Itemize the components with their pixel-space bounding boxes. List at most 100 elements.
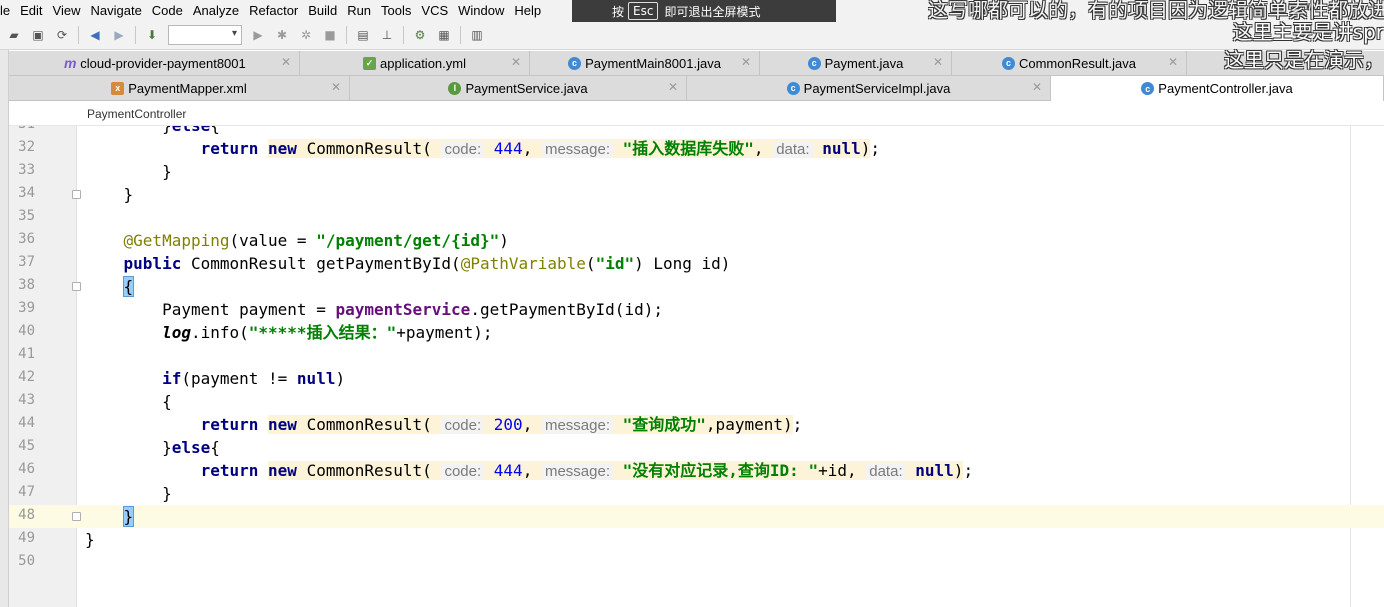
tab-application-yml[interactable]: ✓ application.yml ✕ <box>300 51 530 75</box>
code-line: 39 Payment payment = paymentService.getP… <box>9 298 1384 321</box>
tab-label: PaymentMapper.xml <box>128 80 247 96</box>
terminal-icon[interactable]: ▥ <box>469 27 485 43</box>
left-tool-strip[interactable] <box>0 50 9 607</box>
close-icon[interactable]: ✕ <box>1032 80 1042 94</box>
yaml-file-icon: ✓ <box>363 56 376 70</box>
line-number: 33 <box>18 162 35 178</box>
sync-icon[interactable]: ⟳ <box>54 27 70 43</box>
menu-help[interactable]: Help <box>512 3 541 18</box>
param-hint: code: <box>441 141 485 158</box>
settings-icon[interactable]: ⚙ <box>412 27 428 43</box>
tab-cloud-provider-payment8001[interactable]: m cloud-provider-payment8001 ✕ <box>9 51 300 75</box>
project-structure-icon[interactable]: ▤ <box>355 27 371 43</box>
vcs-icon[interactable]: ⊥ <box>379 27 395 43</box>
param-hint: code: <box>441 463 485 480</box>
tab-payment-java[interactable]: c Payment.java ✕ <box>760 51 952 75</box>
structure-icon[interactable]: ▦ <box>436 27 452 43</box>
toolbar-separator <box>135 25 136 44</box>
tab-label: PaymentController.java <box>1158 81 1293 96</box>
string-literal: "插入数据库失败" <box>622 139 754 158</box>
menu-tools[interactable]: Tools <box>379 3 411 18</box>
class-icon: c <box>807 56 821 70</box>
toolbar-separator <box>460 25 461 44</box>
debug-icon[interactable]: ✱ <box>274 27 290 43</box>
breadcrumb-item[interactable]: PaymentController <box>87 107 186 121</box>
param-hint: message: <box>541 417 613 434</box>
code-line: 42 if(payment != null) <box>9 367 1384 390</box>
coverage-icon[interactable]: ✲ <box>298 27 314 43</box>
line-number: 38 <box>18 277 35 293</box>
toolbar-separator <box>403 25 404 44</box>
close-icon[interactable]: ✕ <box>933 55 943 69</box>
menu-edit[interactable]: Edit <box>18 3 42 18</box>
save-icon[interactable]: ▣ <box>30 27 46 43</box>
line-number: 46 <box>18 461 35 477</box>
code-number: 200 <box>493 415 523 434</box>
code-line: 41 <box>9 344 1384 367</box>
code-editor[interactable]: 31 }else{ 32 return new CommonResult( co… <box>9 126 1384 607</box>
menu-build[interactable]: Build <box>306 3 337 18</box>
menu-file[interactable]: le <box>0 3 10 18</box>
menu-refactor[interactable]: Refactor <box>247 3 298 18</box>
close-icon[interactable]: ✕ <box>331 80 341 94</box>
code-line: 50 <box>9 551 1384 574</box>
back-icon[interactable]: ◀ <box>87 27 103 43</box>
line-number: 42 <box>18 369 35 385</box>
line-number: 48 <box>18 507 35 523</box>
fold-icon[interactable] <box>72 282 81 291</box>
main-toolbar: ▰ ▣ ⟳ ◀ ▶ ⬇ ▾ ▶ ✱ ✲ ■ ▤ ⊥ ⚙ ▦ ▥ <box>0 20 1384 50</box>
tab-paymentcontroller-java[interactable]: c PaymentController.java <box>1051 76 1384 101</box>
close-icon[interactable]: ✕ <box>741 55 751 69</box>
code-number: 444 <box>493 461 523 480</box>
video-subtitle-line-3: 这里只是在演示， <box>1224 48 1384 72</box>
code-line: 49 } <box>9 528 1384 551</box>
code-line: 46 return new CommonResult( code: 444, m… <box>9 459 1384 482</box>
tab-paymentmain8001-java[interactable]: c PaymentMain8001.java ✕ <box>530 51 760 75</box>
line-number: 49 <box>18 530 35 546</box>
breadcrumb: PaymentController <box>0 102 1384 126</box>
forward-icon[interactable]: ▶ <box>111 27 127 43</box>
run-icon[interactable]: ▶ <box>250 27 266 43</box>
menu-run[interactable]: Run <box>345 3 371 18</box>
menu-analyze[interactable]: Analyze <box>191 3 239 18</box>
code-number: 444 <box>493 139 523 158</box>
editor-tab-row-1: m cloud-provider-payment8001 ✕ ✓ applica… <box>0 51 1384 76</box>
class-icon: c <box>1001 56 1015 70</box>
esc-banner-suffix: 即可退出全屏模式 <box>664 4 761 19</box>
tab-paymentservice-java[interactable]: I PaymentService.java ✕ <box>350 76 687 100</box>
tab-paymentserviceimpl-java[interactable]: c PaymentServiceImpl.java ✕ <box>687 76 1051 100</box>
line-number: 32 <box>18 139 35 155</box>
menu-navigate[interactable]: Navigate <box>88 3 141 18</box>
tab-label: PaymentMain8001.java <box>585 55 721 71</box>
code-line: 34 } <box>9 183 1384 206</box>
code-line: 44 return new CommonResult( code: 200, m… <box>9 413 1384 436</box>
close-icon[interactable]: ✕ <box>511 55 521 69</box>
tab-label: Payment.java <box>824 55 904 71</box>
class-icon: c <box>1141 82 1155 95</box>
tab-commonresult-java[interactable]: c CommonResult.java ✕ <box>952 51 1187 75</box>
menu-code[interactable]: Code <box>150 3 183 18</box>
module-icon: m <box>64 55 77 71</box>
fold-icon[interactable] <box>72 512 81 521</box>
line-number: 47 <box>18 484 35 500</box>
param-hint: code: <box>441 417 485 434</box>
param-hint: message: <box>541 463 613 480</box>
menu-window[interactable]: Window <box>456 3 504 18</box>
tab-label: CommonResult.java <box>1018 55 1137 71</box>
menu-vcs[interactable]: VCS <box>419 3 448 18</box>
tab-paymentmapper-xml[interactable]: x PaymentMapper.xml ✕ <box>9 76 350 100</box>
code-line: 31 }else{ <box>9 126 1384 137</box>
fold-icon[interactable] <box>72 190 81 199</box>
close-icon[interactable]: ✕ <box>668 80 678 94</box>
folder-icon[interactable]: ▰ <box>6 27 22 43</box>
close-icon[interactable]: ✕ <box>281 55 291 69</box>
close-icon[interactable]: ✕ <box>1168 55 1178 69</box>
build-icon[interactable]: ⬇ <box>144 27 160 43</box>
stop-icon[interactable]: ■ <box>322 27 338 43</box>
line-number: 36 <box>18 231 35 247</box>
run-config-select[interactable]: ▾ <box>168 24 242 45</box>
interface-icon: I <box>448 81 462 95</box>
menu-view[interactable]: View <box>51 3 81 18</box>
esc-banner-prefix: 按 <box>612 4 625 19</box>
code-line: 33 } <box>9 160 1384 183</box>
